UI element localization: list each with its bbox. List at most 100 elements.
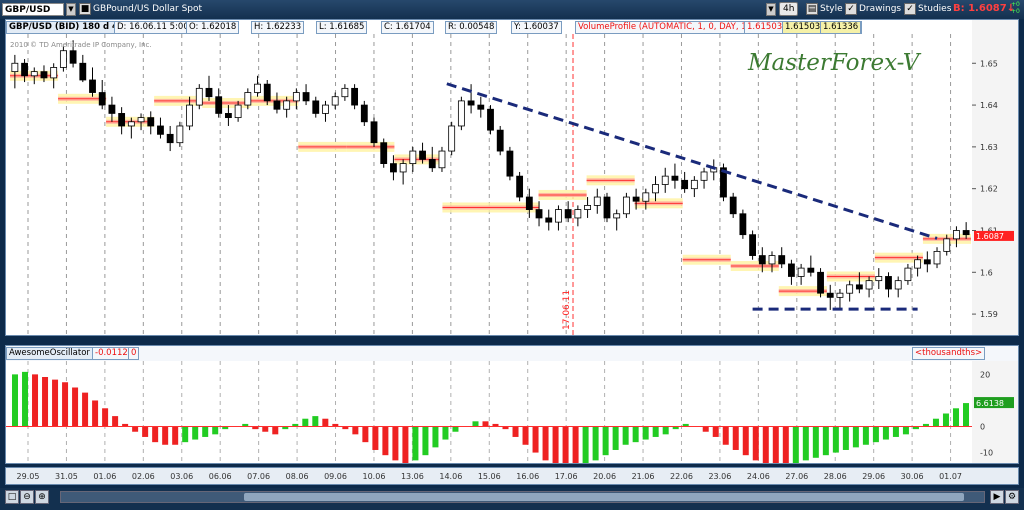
candle-body[interactable] <box>341 87 349 98</box>
candle-body[interactable] <box>157 125 164 135</box>
candle-body[interactable] <box>312 100 320 114</box>
candle-body[interactable] <box>127 121 135 127</box>
candle-body[interactable] <box>749 234 757 256</box>
candle-body[interactable] <box>894 280 902 290</box>
style-icon[interactable]: ▤ <box>806 3 818 15</box>
candle-body[interactable] <box>428 159 436 169</box>
candle-body[interactable] <box>108 104 116 114</box>
candle-body[interactable] <box>555 209 562 223</box>
candle-body[interactable] <box>603 196 611 219</box>
candle-body[interactable] <box>700 171 708 181</box>
candle-body[interactable] <box>953 230 960 240</box>
candle-body[interactable] <box>788 263 795 277</box>
candle-body[interactable] <box>545 217 553 223</box>
candle-body[interactable] <box>399 163 407 173</box>
candle-body[interactable] <box>797 267 805 277</box>
candle-body[interactable] <box>59 50 67 68</box>
candle-body[interactable] <box>525 196 533 210</box>
drawings-button[interactable]: Drawings <box>859 4 901 14</box>
studies-button[interactable]: Studies <box>918 4 951 14</box>
candle-body[interactable] <box>661 175 669 185</box>
style-button[interactable]: Style <box>820 4 843 14</box>
candle-body[interactable] <box>234 104 242 119</box>
candle-body[interactable] <box>962 230 970 236</box>
timeframe-button[interactable]: 4h <box>779 2 799 16</box>
candle-body[interactable] <box>302 92 310 102</box>
scrollbar-thumb[interactable] <box>244 493 964 501</box>
candle-body[interactable] <box>438 150 446 169</box>
candle-body[interactable] <box>292 92 300 102</box>
candle-body[interactable] <box>215 96 223 114</box>
symbol-input[interactable]: GBP/USD <box>2 3 64 16</box>
candle-body[interactable] <box>69 50 77 64</box>
candle-body[interactable] <box>186 104 193 127</box>
candle-body[interactable] <box>467 100 475 106</box>
candle-body[interactable] <box>739 213 747 236</box>
candle-body[interactable] <box>817 271 824 294</box>
candle-body[interactable] <box>419 150 426 160</box>
candle-body[interactable] <box>244 92 252 106</box>
candle-body[interactable] <box>496 129 504 152</box>
candle-body[interactable] <box>729 196 737 215</box>
timeframe-dropdown-button[interactable]: ▼ <box>766 3 776 16</box>
candle-body[interactable] <box>652 184 659 194</box>
candle-body[interactable] <box>89 79 96 93</box>
candle-body[interactable] <box>885 276 892 290</box>
price-chart-panel[interactable]: 17.06.111.651.641.631.621.611.61.591.608… <box>5 19 1019 336</box>
candle-body[interactable] <box>11 62 19 73</box>
candle-body[interactable] <box>166 133 174 144</box>
candle-body[interactable] <box>351 87 359 106</box>
candle-body[interactable] <box>904 267 912 282</box>
candle-body[interactable] <box>778 255 786 265</box>
candle-body[interactable] <box>147 117 155 127</box>
candle-body[interactable] <box>205 87 213 98</box>
candle-body[interactable] <box>622 196 630 215</box>
time-scrollbar[interactable] <box>60 491 985 503</box>
candle-body[interactable] <box>457 100 465 127</box>
candle-body[interactable] <box>535 209 543 219</box>
zoom-out-icon[interactable]: ⊖ <box>20 490 34 504</box>
candle-body[interactable] <box>273 100 281 110</box>
candle-body[interactable] <box>914 259 922 269</box>
drawings-icon[interactable]: ✓ <box>845 3 857 15</box>
candle-body[interactable] <box>477 104 485 110</box>
candle-body[interactable] <box>574 209 582 219</box>
candle-body[interactable] <box>826 292 834 298</box>
symbol-dropdown-button[interactable]: ▼ <box>66 3 76 16</box>
candle-body[interactable] <box>370 121 378 144</box>
candle-body[interactable] <box>118 113 126 127</box>
settings-icon[interactable]: ⚙ <box>1005 490 1019 504</box>
candle-body[interactable] <box>263 83 271 102</box>
candle-body[interactable] <box>564 209 572 219</box>
candle-body[interactable] <box>923 259 931 265</box>
candle-body[interactable] <box>943 238 951 252</box>
candle-body[interactable] <box>409 150 417 164</box>
candle-body[interactable] <box>30 71 38 77</box>
candle-body[interactable] <box>322 104 329 114</box>
candle-body[interactable] <box>254 83 261 93</box>
candle-body[interactable] <box>195 87 203 106</box>
candle-body[interactable] <box>380 142 388 164</box>
candle-body[interactable] <box>331 96 339 106</box>
oscillator-canvas[interactable]: 20100-106.6138 <box>6 346 1018 463</box>
candle-body[interactable] <box>584 205 591 210</box>
studies-icon[interactable]: ✓ <box>904 3 916 15</box>
candle-body[interactable] <box>758 255 766 265</box>
candle-body[interactable] <box>50 67 58 79</box>
candle-body[interactable] <box>642 192 650 202</box>
scroll-right-button[interactable]: ▶ <box>990 490 1004 504</box>
pan-icon[interactable]: □ <box>5 490 19 504</box>
candle-body[interactable] <box>632 196 640 202</box>
candle-body[interactable] <box>487 108 494 131</box>
candle-body[interactable] <box>875 276 883 282</box>
candle-body[interactable] <box>681 179 689 190</box>
candle-body[interactable] <box>768 255 776 265</box>
link-toggle-icon[interactable]: ■ <box>79 3 91 15</box>
candle-body[interactable] <box>807 267 815 273</box>
candle-body[interactable] <box>224 113 232 119</box>
candle-body[interactable] <box>283 100 291 110</box>
candle-body[interactable] <box>865 280 873 290</box>
candle-body[interactable] <box>613 213 621 219</box>
candle-body[interactable] <box>846 284 854 294</box>
candle-body[interactable] <box>506 150 514 177</box>
